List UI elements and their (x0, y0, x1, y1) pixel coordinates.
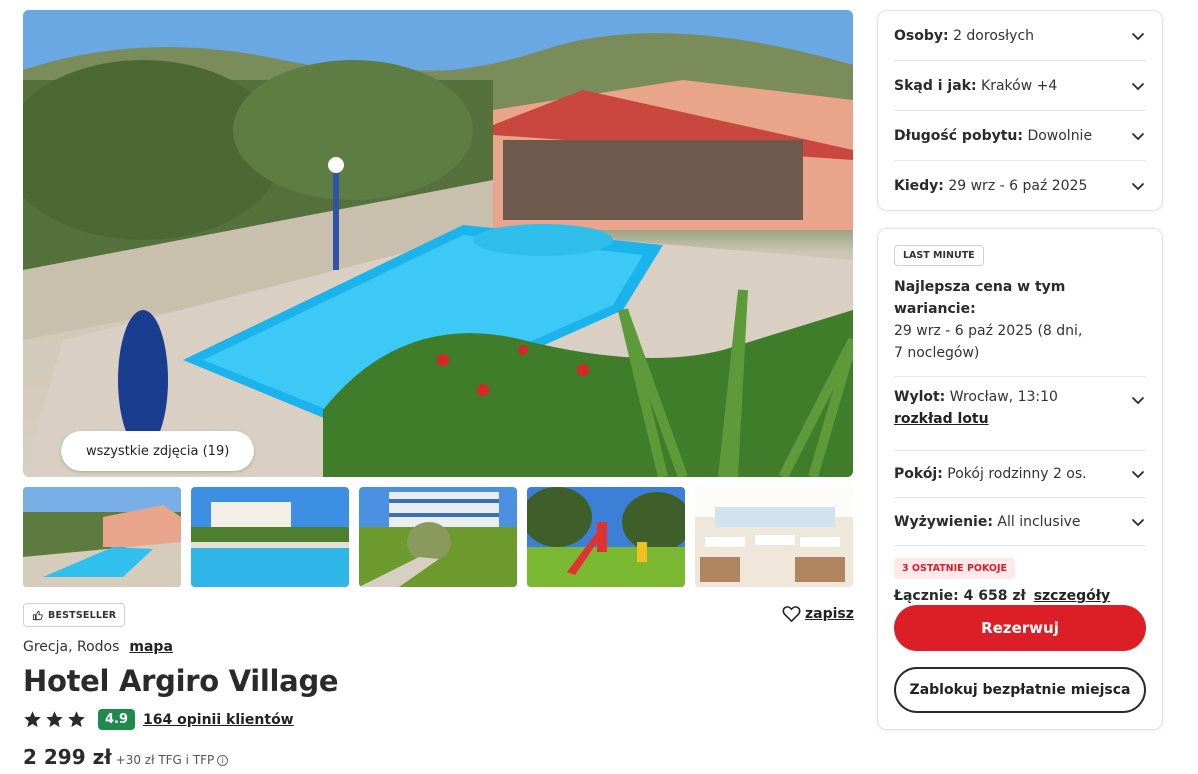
chevron-down-icon (1131, 518, 1145, 526)
bestseller-badge: BESTSELLER (23, 603, 126, 627)
filter-departure-value: Kraków +4 (981, 77, 1058, 94)
filter-duration-value: Dowolnie (1027, 127, 1093, 144)
filter-duration-label: Długość pobytu: (894, 127, 1023, 144)
chevron-down-icon (1131, 470, 1145, 479)
price-row: 2 299 zł +30 zł TFG i TFP i (23, 745, 229, 769)
last-minute-badge: LAST MINUTE (894, 245, 984, 266)
flight-schedule-link[interactable]: rozkład lotu (894, 411, 1058, 427)
room-option[interactable]: Pokój: Pokój rodzinny 2 os. (894, 451, 1146, 498)
best-price-dates-line1: 29 wrz - 6 paź 2025 (8 dni, (894, 323, 1083, 339)
thumbnail-4[interactable] (527, 487, 685, 587)
star-icon (46, 711, 63, 728)
board-label: Wyżywienie: (894, 513, 993, 530)
map-link[interactable]: mapa (129, 639, 173, 655)
room-value: Pokój rodzinny 2 os. (947, 466, 1087, 482)
hotel-name: Hotel Argiro Village (23, 664, 339, 698)
star-icon (24, 711, 41, 728)
chevron-down-icon (1131, 82, 1145, 90)
reviews-link[interactable]: 164 opinii klientów (143, 712, 294, 728)
block-seats-button[interactable]: Zablokuj bezpłatnie miejsca (894, 667, 1146, 713)
hotel-garden-thumbnail (359, 487, 517, 587)
save-button[interactable]: zapisz (782, 605, 854, 623)
filter-dates-label: Kiedy: (894, 178, 944, 194)
last-rooms-badge: 3 OSTATNIE POKOJE (894, 558, 1016, 579)
flight-label: Wylot: (894, 389, 946, 405)
flight-value: Wrocław, 13:10 (949, 389, 1058, 405)
best-price-dates-line2: 7 noclegów) (894, 345, 980, 361)
filter-persons-value: 2 dorosłych (953, 27, 1035, 44)
playground-thumbnail (527, 487, 685, 587)
pool-thumbnail (191, 487, 349, 587)
search-filters-card: Osoby: 2 dorosłych Skąd i jak: Kraków +4… (877, 10, 1163, 211)
thumbnail-3[interactable] (359, 487, 517, 587)
bestseller-label: BESTSELLER (48, 609, 117, 621)
rating-row: 4.9 164 opinii klientów (23, 709, 294, 730)
hotel-location: Grecja, Rodos mapa (23, 639, 173, 655)
board-option[interactable]: Wyżywienie: All inclusive (894, 498, 1146, 546)
chevron-down-icon (1131, 396, 1145, 405)
room-label: Pokój: (894, 466, 943, 482)
save-label: zapisz (805, 606, 854, 622)
flight-option[interactable]: Wylot: Wrocław, 13:10 rozkład lotu (894, 377, 1146, 451)
star-icon (68, 711, 85, 728)
chevron-down-icon (1131, 182, 1145, 191)
filter-dates[interactable]: Kiedy: 29 wrz - 6 paź 2025 (894, 161, 1146, 211)
filter-duration[interactable]: Długość pobytu: Dowolnie (894, 111, 1146, 161)
photo-thumbnails (23, 487, 853, 587)
main-hotel-photo[interactable]: wszystkie zdjęcia (19) (23, 10, 853, 477)
rating-score-badge: 4.9 (98, 709, 136, 730)
pool-scene-image (23, 10, 853, 477)
total-price-row: Łącznie: 4 658 zł szczegóły (894, 588, 1146, 604)
board-value: All inclusive (997, 513, 1081, 530)
thumbnail-5[interactable] (695, 487, 853, 587)
thumbnail-2[interactable] (191, 487, 349, 587)
location-text: Grecja, Rodos (23, 639, 120, 655)
offer-card: LAST MINUTE Najlepsza cena w tym warianc… (877, 228, 1163, 730)
price-per-person: 2 299 zł (23, 745, 112, 769)
thumbnail-1[interactable] (23, 487, 181, 587)
filter-persons-label: Osoby: (894, 27, 949, 44)
filter-departure[interactable]: Skąd i jak: Kraków +4 (894, 61, 1146, 111)
price-extra-fees: +30 zł TFG i TFP i (116, 753, 229, 767)
total-price: Łącznie: 4 658 zł (894, 588, 1026, 604)
price-details-link[interactable]: szczegóły (1034, 588, 1110, 604)
heart-icon (782, 606, 801, 623)
pool-thumbnail (23, 487, 181, 587)
best-price-info: Najlepsza cena w tym wariancie: 29 wrz -… (894, 276, 1146, 377)
thumbs-up-icon (32, 610, 43, 620)
chevron-down-icon (1131, 32, 1145, 40)
filter-departure-label: Skąd i jak: (894, 77, 977, 94)
filter-persons[interactable]: Osoby: 2 dorosłych (894, 11, 1146, 61)
hotel-stars (23, 710, 86, 729)
reserve-button[interactable]: Rezerwuj (894, 605, 1146, 651)
filter-dates-value: 29 wrz - 6 paź 2025 (948, 178, 1088, 194)
info-icon[interactable]: i (217, 754, 229, 766)
chevron-down-icon (1131, 132, 1145, 140)
best-price-label: Najlepsza cena w tym wariancie: (894, 279, 1066, 317)
all-photos-button[interactable]: wszystkie zdjęcia (19) (61, 431, 255, 471)
price-extra-text: +30 zł TFG i TFP (115, 753, 215, 767)
restaurant-thumbnail (695, 487, 853, 587)
